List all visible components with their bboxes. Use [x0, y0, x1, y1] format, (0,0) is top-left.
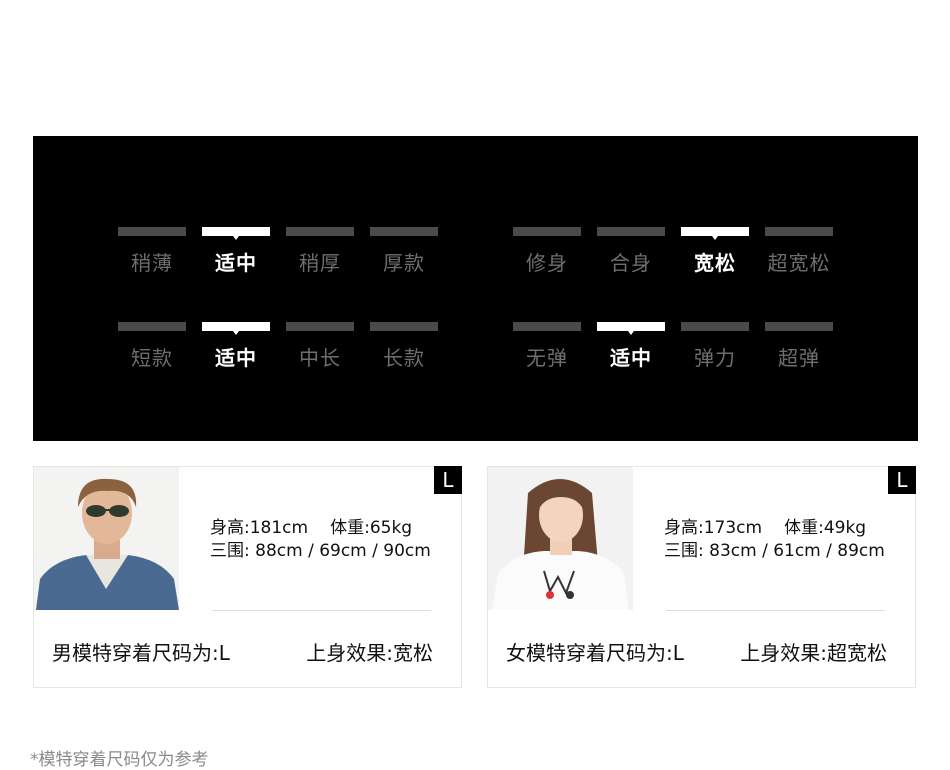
- option-label: 稍厚: [299, 251, 341, 275]
- scale-bar: [202, 322, 270, 335]
- divider: [666, 610, 885, 611]
- size-tag: L: [434, 466, 462, 494]
- fit-option-4: 超宽松: [765, 227, 833, 287]
- thickness-option-1: 稍薄: [118, 227, 186, 287]
- female-model-card: L 身高:173cm 体重:49kg 三围: 83cm / 61cm / 89cm…: [487, 466, 916, 688]
- option-label: 中长: [299, 346, 341, 370]
- fit-attributes-panel: 稍薄 适中 稍厚 厚款 短款 适中 中长 长款 修身 合身 宽松 超宽松 无弹 …: [33, 136, 918, 441]
- option-label: 短款: [131, 346, 173, 370]
- scale-bar: [681, 322, 749, 331]
- scale-bar: [370, 227, 438, 236]
- size-worn: 男模特穿着尺码为:L: [52, 641, 230, 665]
- option-label: 厚款: [383, 251, 425, 275]
- scale-bar: [286, 227, 354, 236]
- height-value: 身高:173cm: [664, 518, 763, 538]
- elasticity-option-3: 弹力: [681, 322, 749, 382]
- elasticity-option-4: 超弹: [765, 322, 833, 382]
- fit-option-2: 合身: [597, 227, 665, 287]
- male-model-stats: 身高:181cm 体重:65kg 三围: 88cm / 69cm / 90cm: [210, 517, 431, 563]
- length-option-4: 长款: [370, 322, 438, 382]
- scale-bar: [118, 227, 186, 236]
- stats-line-1: 身高:181cm 体重:65kg: [210, 517, 431, 540]
- scale-bar: [286, 322, 354, 331]
- scale-bar: [202, 227, 270, 240]
- male-model-card: L 身高:181cm 体重:65kg 三围: 88cm / 69cm / 90cm…: [33, 466, 462, 688]
- weight-value: 体重:65kg: [330, 518, 413, 538]
- scale-bar: [765, 322, 833, 331]
- option-label: 超宽松: [767, 251, 831, 275]
- scale-bar: [370, 322, 438, 331]
- size-worn: 女模特穿着尺码为:L: [506, 641, 684, 665]
- option-label: 长款: [383, 346, 425, 370]
- scale-bar: [597, 227, 665, 236]
- female-model-illustration: [488, 467, 633, 610]
- divider: [212, 610, 431, 611]
- scale-bar: [118, 322, 186, 331]
- option-label: 无弹: [526, 346, 568, 370]
- option-label: 适中: [215, 251, 257, 275]
- reference-footnote: *模特穿着尺码仅为参考: [30, 750, 209, 770]
- thickness-option-3: 稍厚: [286, 227, 354, 287]
- option-label: 适中: [610, 346, 652, 370]
- measurements-value: 三围: 83cm / 61cm / 89cm: [664, 541, 885, 561]
- fit-effect: 上身效果:宽松: [306, 641, 433, 665]
- fit-option-1: 修身: [513, 227, 581, 287]
- elasticity-option-1: 无弹: [513, 322, 581, 382]
- thickness-option-2: 适中: [202, 227, 270, 287]
- fit-effect: 上身效果:超宽松: [740, 641, 887, 665]
- length-option-2: 适中: [202, 322, 270, 382]
- female-model-footer: 女模特穿着尺码为:L 上身效果:超宽松: [506, 637, 887, 666]
- scale-bar: [513, 322, 581, 331]
- height-value: 身高:181cm: [210, 518, 309, 538]
- scale-bar: [681, 227, 749, 240]
- option-label: 稍薄: [131, 251, 173, 275]
- stats-line-1: 身高:173cm 体重:49kg: [664, 517, 885, 540]
- option-label: 合身: [610, 251, 652, 275]
- option-label: 超弹: [778, 346, 820, 370]
- option-label: 弹力: [694, 346, 736, 370]
- weight-value: 体重:49kg: [784, 518, 867, 538]
- scale-bar: [597, 322, 665, 335]
- size-tag: L: [888, 466, 916, 494]
- length-option-3: 中长: [286, 322, 354, 382]
- female-model-photo: [488, 467, 633, 610]
- option-label: 宽松: [694, 251, 736, 275]
- option-label: 修身: [526, 251, 568, 275]
- fit-option-3: 宽松: [681, 227, 749, 287]
- female-model-stats: 身高:173cm 体重:49kg 三围: 83cm / 61cm / 89cm: [664, 517, 885, 563]
- male-model-footer: 男模特穿着尺码为:L 上身效果:宽松: [52, 637, 433, 666]
- measurements-value: 三围: 88cm / 69cm / 90cm: [210, 541, 431, 561]
- scale-bar: [513, 227, 581, 236]
- scale-bar: [765, 227, 833, 236]
- male-model-photo: [34, 467, 179, 610]
- thickness-option-4: 厚款: [370, 227, 438, 287]
- length-option-1: 短款: [118, 322, 186, 382]
- elasticity-option-2: 适中: [597, 322, 665, 382]
- male-model-illustration: [34, 467, 179, 610]
- option-label: 适中: [215, 346, 257, 370]
